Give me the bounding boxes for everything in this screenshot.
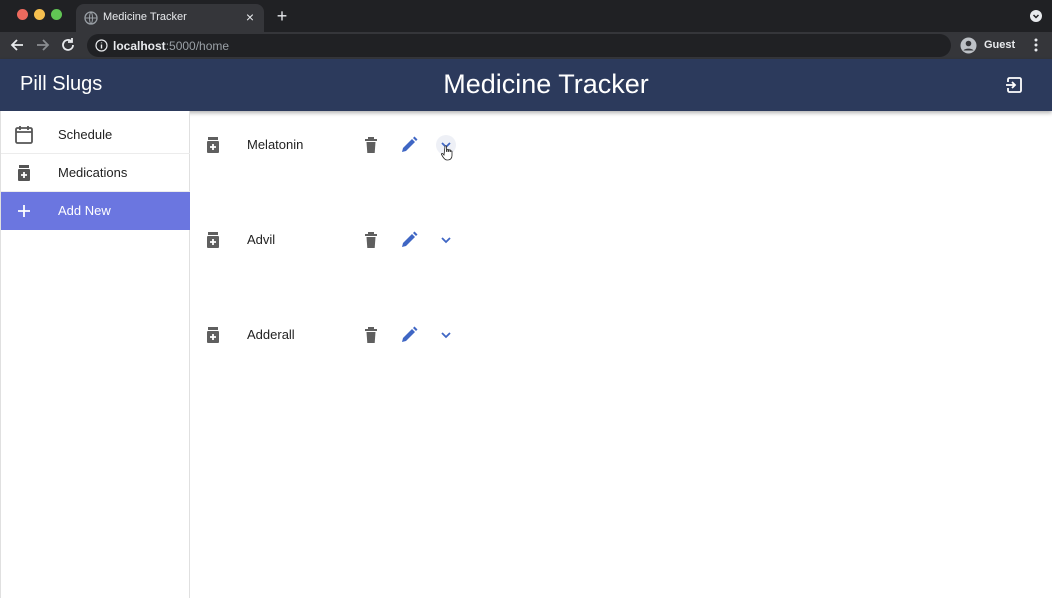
reload-icon[interactable]	[59, 36, 77, 54]
list-item: Advil	[200, 225, 480, 255]
medication-name: Adderall	[247, 327, 295, 342]
medication-icon	[207, 232, 219, 248]
window-minimize-button[interactable]	[34, 9, 45, 20]
edit-pencil-icon[interactable]	[399, 325, 419, 345]
delete-icon[interactable]	[362, 230, 380, 250]
medication-icon	[207, 137, 219, 153]
calendar-icon	[15, 126, 33, 144]
sidebar-item-label: Schedule	[58, 127, 113, 142]
app-header: Pill Slugs Medicine Tracker	[0, 59, 1052, 111]
tab-search-icon[interactable]	[1030, 10, 1042, 22]
sidebar-item-label: Medications	[58, 165, 128, 180]
sidebar: Schedule Medications Add New	[0, 111, 190, 598]
plus-icon	[18, 205, 30, 217]
chevron-down-icon[interactable]	[436, 325, 456, 345]
page-title: Medicine Tracker	[443, 69, 649, 99]
new-tab-button[interactable]: +	[272, 6, 292, 26]
logout-icon[interactable]	[1003, 74, 1025, 96]
window-close-button[interactable]	[17, 9, 28, 20]
delete-icon[interactable]	[362, 135, 380, 155]
medication-name: Advil	[247, 232, 276, 247]
list-item: Melatonin	[200, 130, 480, 160]
profile-button[interactable]: Guest	[955, 34, 1023, 57]
back-arrow-icon[interactable]	[8, 36, 26, 54]
edit-pencil-icon[interactable]	[399, 135, 419, 155]
tab-title: Medicine Tracker	[103, 11, 187, 23]
globe-icon	[84, 11, 98, 25]
medication-icon	[207, 327, 219, 343]
list-item: Adderall	[200, 320, 480, 350]
window-zoom-button[interactable]	[51, 9, 62, 20]
sidebar-item-label: Add New	[58, 203, 111, 218]
medication-name: Melatonin	[247, 137, 304, 152]
account-circle-icon	[960, 37, 977, 54]
profile-label: Guest	[984, 39, 1016, 51]
address-bar[interactable]: localhost:5000/home	[87, 34, 951, 57]
forward-arrow-icon[interactable]	[34, 36, 52, 54]
tab-close-icon[interactable]: ×	[242, 9, 258, 25]
edit-pencil-icon[interactable]	[399, 230, 419, 250]
sidebar-item-add-new[interactable]: Add New	[1, 192, 190, 230]
browser-tab-strip: Medicine Tracker × +	[0, 0, 1052, 32]
sidebar-item-medications[interactable]: Medications	[1, 154, 190, 192]
browser-tab[interactable]: Medicine Tracker ×	[76, 4, 264, 32]
medication-icon	[18, 165, 30, 181]
delete-icon[interactable]	[362, 325, 380, 345]
sidebar-item-schedule[interactable]: Schedule	[1, 116, 190, 154]
hand-cursor-icon	[441, 145, 453, 161]
more-vert-icon[interactable]	[1029, 36, 1043, 54]
browser-toolbar: localhost:5000/home Guest	[0, 32, 1052, 59]
chevron-down-icon[interactable]	[436, 230, 456, 250]
url-text: localhost:5000/home	[113, 39, 230, 53]
info-icon[interactable]	[95, 39, 108, 52]
